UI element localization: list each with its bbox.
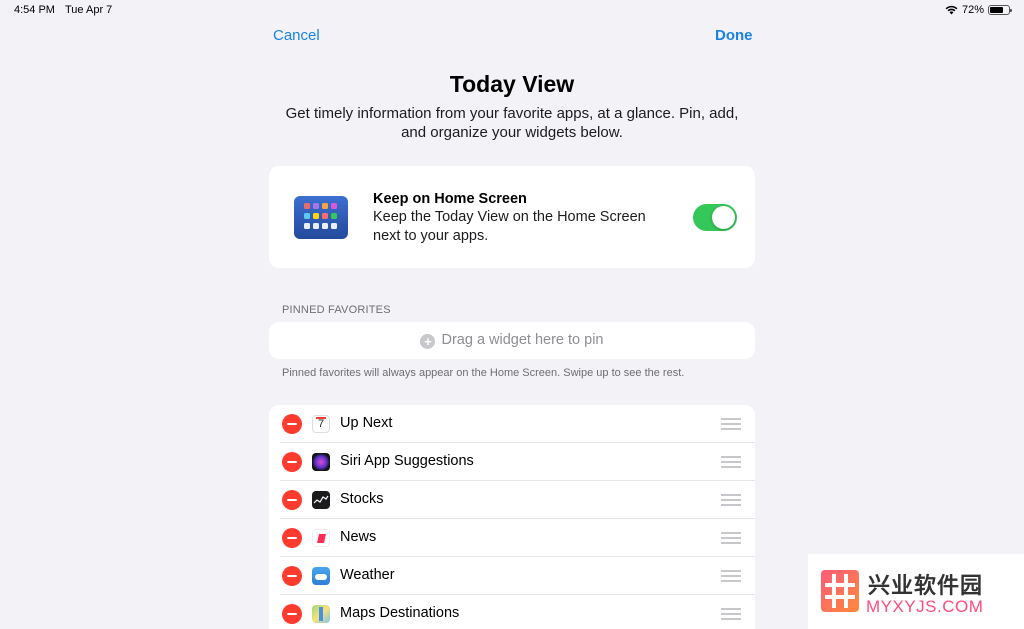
status-bar: 4:54 PM Tue Apr 7 72% bbox=[0, 0, 1024, 20]
keep-on-home-description: Keep the Today View on the Home Screen n… bbox=[373, 209, 646, 244]
remove-button[interactable] bbox=[282, 490, 302, 510]
remove-button[interactable] bbox=[282, 452, 302, 472]
mini-app-icon bbox=[304, 203, 310, 209]
mini-app-icon bbox=[304, 223, 310, 229]
reorder-handle-icon[interactable] bbox=[721, 418, 741, 430]
battery-icon bbox=[988, 5, 1012, 15]
widget-label: Weather bbox=[340, 567, 395, 583]
pinned-favorites-header: PINNED FAVORITES bbox=[282, 304, 391, 316]
mini-app-icon bbox=[313, 213, 319, 219]
widget-label: Siri App Suggestions bbox=[340, 453, 474, 469]
keep-on-home-toggle[interactable] bbox=[693, 204, 737, 231]
add-circle-icon: + bbox=[420, 334, 436, 349]
mini-app-icon bbox=[322, 203, 328, 209]
pin-drop-hint-text: Drag a widget here to pin bbox=[441, 332, 604, 348]
remove-button[interactable] bbox=[282, 604, 302, 624]
widget-label: Maps Destinations bbox=[340, 605, 460, 621]
watermark-title: 兴业软件园 bbox=[868, 573, 984, 598]
remove-button[interactable] bbox=[282, 528, 302, 548]
widget-row-weather[interactable]: Weather bbox=[269, 557, 755, 595]
widget-label: Stocks bbox=[340, 491, 384, 507]
pin-drop-zone[interactable]: + Drag a widget here to pin bbox=[269, 322, 755, 359]
widget-row-news[interactable]: News bbox=[269, 519, 755, 557]
wifi-icon bbox=[945, 5, 958, 15]
news-icon bbox=[312, 529, 330, 547]
weather-icon bbox=[312, 567, 330, 585]
mini-app-icon bbox=[331, 203, 337, 209]
mini-app-icon bbox=[331, 213, 337, 219]
remove-button[interactable] bbox=[282, 566, 302, 586]
keep-on-home-title: Keep on Home Screen bbox=[373, 191, 527, 207]
mini-app-icon bbox=[313, 223, 319, 229]
reorder-handle-icon[interactable] bbox=[721, 456, 741, 468]
remove-button[interactable] bbox=[282, 414, 302, 434]
widget-label: News bbox=[340, 529, 377, 545]
watermark: 兴业软件园 MYXYJS.COM bbox=[808, 554, 1024, 629]
stocks-icon bbox=[312, 491, 330, 509]
pinned-favorites-footer: Pinned favorites will always appear on t… bbox=[282, 367, 685, 379]
watermark-url: MYXYJS.COM bbox=[866, 597, 984, 616]
watermark-logo-icon bbox=[821, 570, 859, 612]
reorder-handle-icon[interactable] bbox=[721, 494, 741, 506]
reorder-handle-icon[interactable] bbox=[721, 570, 741, 582]
status-indicators: 72% bbox=[945, 4, 1012, 16]
done-button[interactable]: Done bbox=[715, 27, 753, 44]
page-title: Today View bbox=[449, 71, 575, 97]
home-screen-icon bbox=[294, 196, 348, 239]
pin-drop-hint: + Drag a widget here to pin bbox=[269, 332, 755, 349]
mini-app-icon bbox=[322, 223, 328, 229]
widget-row-stocks[interactable]: Stocks bbox=[269, 481, 755, 519]
siri-icon bbox=[312, 453, 330, 471]
toggle-knob bbox=[712, 206, 735, 229]
mini-app-icon bbox=[322, 213, 328, 219]
widget-row-maps-destinations[interactable]: Maps Destinations bbox=[269, 595, 755, 629]
battery-percent: 72% bbox=[961, 4, 984, 16]
page-subtitle: Get timely information from your favorit… bbox=[285, 105, 739, 141]
keep-on-home-card: Keep on Home Screen Keep the Today View … bbox=[269, 166, 755, 268]
reorder-handle-icon[interactable] bbox=[721, 532, 741, 544]
status-date: Tue Apr 7 bbox=[65, 4, 113, 16]
status-time: 4:54 PM bbox=[14, 4, 55, 16]
widget-list: 7 Up Next Siri App Suggestions Stocks Ne… bbox=[269, 405, 755, 629]
maps-icon bbox=[312, 605, 330, 623]
mini-app-icon bbox=[304, 213, 310, 219]
calendar-icon: 7 bbox=[312, 415, 330, 433]
mini-app-icon bbox=[331, 223, 337, 229]
widget-row-up-next[interactable]: 7 Up Next bbox=[269, 405, 755, 443]
widget-row-siri-app-suggestions[interactable]: Siri App Suggestions bbox=[269, 443, 755, 481]
reorder-handle-icon[interactable] bbox=[721, 608, 741, 620]
mini-app-icon bbox=[313, 203, 319, 209]
widget-label: Up Next bbox=[340, 415, 393, 431]
cancel-button[interactable]: Cancel bbox=[273, 27, 320, 44]
